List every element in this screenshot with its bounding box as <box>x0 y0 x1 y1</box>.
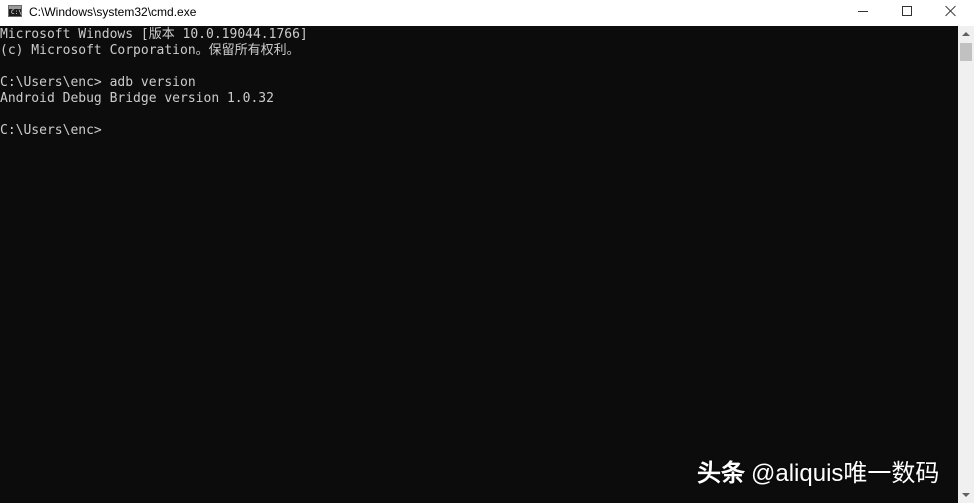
watermark-handle: @aliquis唯一数码 <box>751 460 940 487</box>
close-button[interactable] <box>928 0 974 26</box>
minimize-icon <box>858 11 868 12</box>
minimize-button[interactable] <box>840 0 886 26</box>
scroll-down-button[interactable] <box>958 487 974 503</box>
console-line-command: C:\Users\enc> adb version <box>0 75 196 90</box>
watermark-brand: 头条 <box>697 460 745 487</box>
console-prompt[interactable]: C:\Users\enc> <box>0 123 102 139</box>
console-line-version: Microsoft Windows [版本 10.0.19044.1766] <box>0 27 308 42</box>
arrow-up-icon <box>962 32 970 36</box>
window-title: C:\Windows\system32\cmd.exe <box>29 5 197 19</box>
console-output[interactable]: Microsoft Windows [版本 10.0.19044.1766] (… <box>0 26 958 503</box>
title-bar[interactable]: C:\ C:\Windows\system32\cmd.exe <box>0 0 974 26</box>
watermark: 头条 @aliquis唯一数码 <box>697 458 939 490</box>
console-line-output: Android Debug Bridge version 1.0.32 <box>0 91 274 106</box>
cmd-icon[interactable]: C:\ <box>8 5 22 17</box>
arrow-down-icon <box>962 493 970 497</box>
maximize-button[interactable] <box>884 0 930 26</box>
console-line-copyright: (c) Microsoft Corporation。保留所有权利。 <box>0 43 300 58</box>
maximize-icon <box>902 6 912 16</box>
vertical-scrollbar[interactable] <box>958 26 974 503</box>
scroll-up-button[interactable] <box>958 26 974 42</box>
scroll-thumb[interactable] <box>960 43 972 61</box>
close-icon <box>944 4 958 18</box>
cmd-window: C:\ C:\Windows\system32\cmd.exe Microsof… <box>0 0 974 503</box>
